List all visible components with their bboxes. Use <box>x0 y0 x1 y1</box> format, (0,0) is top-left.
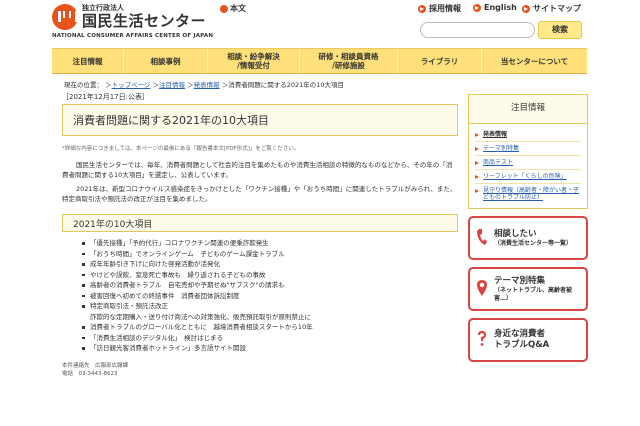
nav-item-cases[interactable]: 相談事例 <box>124 49 208 73</box>
sidebar-item-tests[interactable]: 商品テスト <box>475 156 581 170</box>
nav-item-library[interactable]: ライブラリ <box>398 49 482 73</box>
breadcrumb-featured[interactable]: 注目情報 <box>159 81 185 89</box>
question-icon <box>477 330 487 346</box>
header-link-recruit[interactable]: 採用情報 <box>418 3 461 14</box>
main-content: ［2021年12月17日:公表］ 消費者問題に関する2021年の10大項目 *詳… <box>62 92 458 378</box>
arrow-icon <box>220 4 228 13</box>
header-link-sitemap[interactable]: サイトマップ <box>522 3 581 14</box>
breadcrumb-releases[interactable]: 発表情報 <box>194 81 220 89</box>
list-item: 「おうち時間」でオンラインゲーム 子どものゲーム課金トラブル <box>82 249 458 260</box>
breadcrumb-home[interactable]: トップページ <box>112 81 151 89</box>
nav-item-consultation[interactable]: 相談・紛争解決/情報受付 <box>208 49 300 73</box>
pin-icon <box>477 280 487 296</box>
list-item: 「消費生活相談のデジタル化」 検討はじまる <box>82 333 458 344</box>
search-button[interactable]: 検索 <box>538 21 582 39</box>
sidebar-heading: 注目情報 <box>468 94 588 124</box>
arrow-icon <box>418 4 426 13</box>
pdf-note: *詳細な内容につきましては、本ページの最後にある「報告書本文[PDF形式]」をご… <box>62 146 300 152</box>
list-item: 「優先接種」「予約代行」コロナワクチン関連の便乗詐欺発生 <box>82 238 458 249</box>
arrow-icon <box>473 3 481 12</box>
sidebar-item-themes[interactable]: テーマ別特集 <box>475 142 581 156</box>
theme-banner[interactable]: テーマ別特集 （ネットトラブル、高齢者被害…） <box>468 267 588 311</box>
list-item: 成年年齢引き下げに向けた啓発活動が活発化 <box>82 259 458 270</box>
breadcrumb-current: 消費者問題に関する2021年の10大項目 <box>228 81 345 89</box>
list-item: やけどや誤飲、窒息死亡事故も 繰り返される子どもの事故 <box>82 270 458 281</box>
header-link-english[interactable]: English <box>473 3 517 12</box>
list-item: 特定商取引法・預託法改正 <box>82 301 458 312</box>
breadcrumb: 現在の位置： ＞トップページ ＞注目情報 ＞発表情報 ＞消費者問題に関する202… <box>64 81 345 89</box>
sidebar-menu: 発表情報 テーマ別特集 商品テスト リーフレット「くらしの危険」 見守り情報（高… <box>468 124 588 209</box>
sidebar: 注目情報 発表情報 テーマ別特集 商品テスト リーフレット「くらしの危険」 見守… <box>468 94 588 362</box>
logo-title: 国民生活センター <box>82 12 207 30</box>
list-item: 高齢者の消費者トラブル 自宅売却や予期せぬ"サブスク"の請求も <box>82 280 458 291</box>
publish-date: ［2021年12月17日:公表］ <box>62 93 149 101</box>
arrow-icon <box>522 4 530 13</box>
consult-banner[interactable]: 相談したい （消費生活センター等一覧） <box>468 216 588 260</box>
sidebar-item-leaflet[interactable]: リーフレット「くらしの危険」 <box>475 170 581 184</box>
contact-info: 本件連絡先 広報部広報課 電話 03-3443-8623 <box>62 362 129 377</box>
logo-mark-icon <box>52 4 78 30</box>
site-header: 独立行政法人 国民生活センター NATIONAL CONSUMER AFFAIR… <box>0 0 640 46</box>
nav-item-training[interactable]: 研修・相談員資格/研修施設 <box>300 49 398 73</box>
list-item: 被害回復へ初めての終結事件 消費者団体訴訟制度 <box>82 291 458 302</box>
qa-banner[interactable]: 身近な消費者 トラブルQ&A <box>468 318 588 362</box>
list-item-detail: 詐欺的な定期購入・送り付け商法への対策強化、販売預託取引が原則禁止に <box>90 312 311 321</box>
summary-paragraph: 2021年は、新型コロナウイルス感染症をきっかけとした「ワクチン接種」や「おうち… <box>62 185 457 203</box>
font-size-control[interactable]: 本文 <box>220 3 246 14</box>
list-item: 消費者トラブルのグローバル化とともに 越境消費者相談スタートから10年 <box>82 322 458 333</box>
sidebar-item-watch[interactable]: 見守り情報（高齢者・障がい者・子どものトラブル防止） <box>475 184 581 204</box>
global-nav: 注目情報 相談事例 相談・紛争解決/情報受付 研修・相談員資格/研修施設 ライブ… <box>52 48 587 74</box>
phone-icon <box>477 229 487 245</box>
search-input[interactable] <box>420 22 535 38</box>
section-heading: 2021年の10大項目 <box>62 214 458 232</box>
logo-english: NATIONAL CONSUMER AFFAIRS CENTER OF JAPA… <box>52 33 214 39</box>
nav-item-about[interactable]: 当センターについて <box>482 49 587 73</box>
site-logo[interactable]: 独立行政法人 国民生活センター <box>52 4 206 30</box>
list-item: 「訪日観光客消費者ホットライン」多言語サイト開設 <box>82 343 458 354</box>
sidebar-item-releases[interactable]: 発表情報 <box>475 128 581 142</box>
top10-list: 「優先接種」「予約代行」コロナワクチン関連の便乗詐欺発生 「おうち時間」でオンラ… <box>62 238 458 354</box>
intro-paragraph: 国民生活センターでは、毎年、消費者問題として社会的注目を集めたものや消費生活相談… <box>62 161 453 179</box>
page-title: 消費者問題に関する2021年の10大項目 <box>62 104 458 136</box>
nav-item-featured[interactable]: 注目情報 <box>52 49 124 73</box>
